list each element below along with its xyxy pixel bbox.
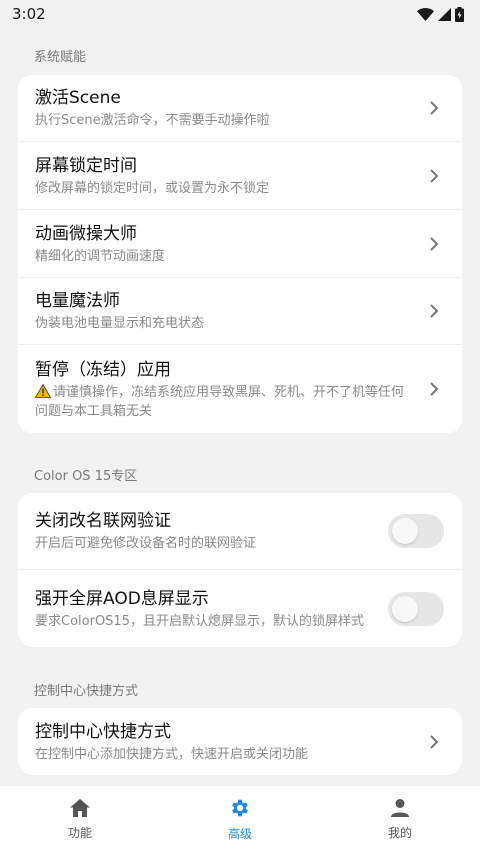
gear-icon [232, 799, 248, 817]
status-bar: 3:02 [0, 0, 480, 28]
row-title: 关闭改名联网验证 [35, 511, 171, 531]
row-subtitle: 精细化的调节动画速度 [35, 248, 166, 264]
home-icon [70, 799, 90, 817]
coloros-card: 关闭改名联网验证 开启后可避免修改设备名时的联网验证 强开全屏AOD息屏显示 要… [18, 493, 462, 647]
status-icons [417, 6, 464, 22]
nav-label: 功能 [67, 826, 92, 840]
row-title: 电量魔法师 [35, 291, 120, 311]
chevron-right-icon [424, 379, 444, 399]
nav-label: 高级 [227, 827, 252, 841]
section-title-system: 系统赋能 [34, 50, 87, 65]
chevron-right-icon [424, 98, 444, 118]
control-center-card: 控制中心快捷方式 在控制中心添加快捷方式，快速开启或关闭功能 [18, 708, 462, 775]
cellular-signal-icon [438, 7, 451, 21]
row-battery-magician[interactable]: 电量魔法师 伪装电池电量显示和充电状态 [18, 278, 462, 345]
row-subtitle: 修改屏幕的锁定时间，或设置为永不锁定 [35, 180, 270, 196]
row-subtitle: 开启后可避免修改设备名时的联网验证 [35, 536, 257, 551]
status-time: 3:02 [12, 5, 46, 23]
nav-label: 我的 [387, 826, 412, 840]
row-title: 暂停（冻结）应用 [35, 359, 171, 380]
wifi-icon [417, 7, 434, 21]
row-subtitle: 执行Scene激活命令，不需要手动操作啦 [35, 113, 270, 128]
row-subtitle: 请谨慎操作，冻结系统应用导致黑屏、死机、开不了机等任何问题与本工具箱无关 [35, 384, 405, 419]
section-title-control-center: 控制中心快捷方式 [34, 684, 139, 699]
row-title: 动画微操大师 [35, 223, 137, 244]
person-icon [391, 799, 409, 817]
section-title-coloros: Color OS 15专区 [34, 469, 138, 484]
chevron-right-icon [424, 732, 444, 752]
rename-verification-toggle[interactable] [388, 514, 444, 548]
row-force-fullscreen-aod: 强开全屏AOD息屏显示 要求ColorOS15，且开启默认熄屏显示，默认的锁屏样… [18, 570, 462, 647]
row-activate-scene[interactable]: 激活Scene 执行Scene激活命令，不需要手动操作啦 [18, 75, 462, 142]
battery-icon [455, 6, 464, 22]
row-animation-master[interactable]: 动画微操大师 精细化的调节动画速度 [18, 210, 462, 278]
row-disable-rename-verification: 关闭改名联网验证 开启后可避免修改设备名时的联网验证 [18, 493, 462, 570]
row-freeze-apps[interactable]: 暂停（冻结）应用 请谨慎操作，冻结系统应用导致黑屏、死机、开不了机等任何问题与本… [18, 345, 462, 433]
row-title: 强开全屏AOD息屏显示 [35, 588, 209, 609]
row-title: 控制中心快捷方式 [35, 721, 171, 742]
fullscreen-aod-toggle[interactable] [388, 591, 444, 626]
row-subtitle: 在控制中心添加快捷方式，快速开启或关闭功能 [35, 746, 309, 762]
nav-item-advanced[interactable]: 高级 [180, 797, 300, 842]
row-control-center-shortcut[interactable]: 控制中心快捷方式 在控制中心添加快捷方式，快速开启或关闭功能 [18, 708, 462, 775]
system-card: 激活Scene 执行Scene激活命令，不需要手动操作啦 屏幕锁定时间 修改屏幕… [18, 75, 462, 433]
row-title: 屏幕锁定时间 [35, 155, 137, 176]
chevron-right-icon [424, 301, 444, 321]
bottom-nav: 功能 高级 我的 [0, 785, 480, 853]
nav-item-features[interactable]: 功能 [20, 798, 140, 841]
nav-item-mine[interactable]: 我的 [340, 798, 460, 841]
row-title: 激活Scene [35, 88, 121, 108]
chevron-right-icon [424, 234, 444, 254]
chevron-right-icon [424, 166, 444, 186]
row-screen-lock-time[interactable]: 屏幕锁定时间 修改屏幕的锁定时间，或设置为永不锁定 [18, 142, 462, 210]
row-subtitle: 伪装电池电量显示和充电状态 [35, 316, 205, 331]
row-subtitle: 要求ColorOS15，且开启默认熄屏显示，默认的锁屏样式 [35, 613, 364, 629]
warning-icon [35, 383, 51, 398]
